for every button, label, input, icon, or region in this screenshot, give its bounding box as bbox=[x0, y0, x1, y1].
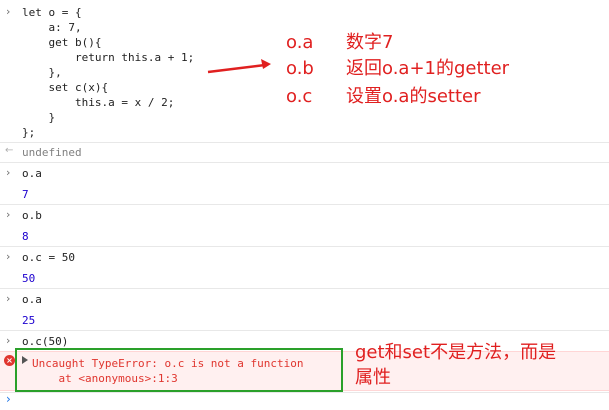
result-value: 7 bbox=[22, 188, 29, 201]
result-value: undefined bbox=[22, 146, 82, 159]
code-line-4: return this.a + 1; bbox=[22, 51, 195, 64]
annotation-note-line-2: 属性 bbox=[355, 367, 391, 388]
result-value: 25 bbox=[22, 314, 36, 327]
separator bbox=[0, 246, 609, 247]
annotation-ob-key: o.b bbox=[286, 58, 314, 79]
input-prompt-icon: › bbox=[6, 5, 11, 18]
annotation-arrow bbox=[207, 59, 271, 74]
input-line: o.a bbox=[22, 293, 42, 306]
result-arrow-icon: ← bbox=[5, 145, 14, 156]
separator bbox=[0, 330, 609, 331]
input-prompt-icon: › bbox=[6, 334, 11, 347]
separator bbox=[0, 162, 609, 163]
input-prompt-icon: › bbox=[6, 292, 11, 305]
annotation-oa-key: o.a bbox=[286, 32, 314, 53]
result-value: 50 bbox=[22, 272, 36, 285]
separator bbox=[0, 204, 609, 205]
input-line: o.c(50) bbox=[22, 335, 69, 348]
input-prompt-icon: › bbox=[6, 166, 11, 179]
annotation-oa-desc: 数字7 bbox=[346, 32, 394, 53]
code-line-1: let o = { bbox=[22, 6, 82, 19]
separator bbox=[0, 288, 609, 289]
separator bbox=[0, 392, 609, 393]
input-line: o.c = 50 bbox=[22, 251, 75, 264]
highlight-box bbox=[15, 348, 343, 392]
annotation-note-line-1: get和set不是方法，而是 bbox=[355, 342, 557, 363]
input-line: o.a bbox=[22, 167, 42, 180]
console-prompt-icon[interactable]: › bbox=[6, 392, 11, 406]
annotation-oc-key: o.c bbox=[286, 86, 313, 107]
result-value: 8 bbox=[22, 230, 29, 243]
input-prompt-icon: › bbox=[6, 208, 11, 221]
code-line-7: this.a = x / 2; bbox=[22, 96, 175, 109]
annotation-oc-desc: 设置o.a的setter bbox=[346, 86, 481, 107]
annotation-ob-desc: 返回o.a+1的getter bbox=[346, 58, 510, 79]
code-line-5: }, bbox=[22, 66, 62, 79]
code-line-6: set c(x){ bbox=[22, 81, 109, 94]
error-icon: × bbox=[4, 355, 15, 366]
input-prompt-icon: › bbox=[6, 250, 11, 263]
code-line-3: get b(){ bbox=[22, 36, 102, 49]
separator bbox=[0, 142, 609, 143]
input-line: o.b bbox=[22, 209, 42, 222]
code-line-8: } bbox=[22, 111, 56, 124]
code-line-9: }; bbox=[22, 126, 36, 139]
code-line-2: a: 7, bbox=[22, 21, 82, 34]
